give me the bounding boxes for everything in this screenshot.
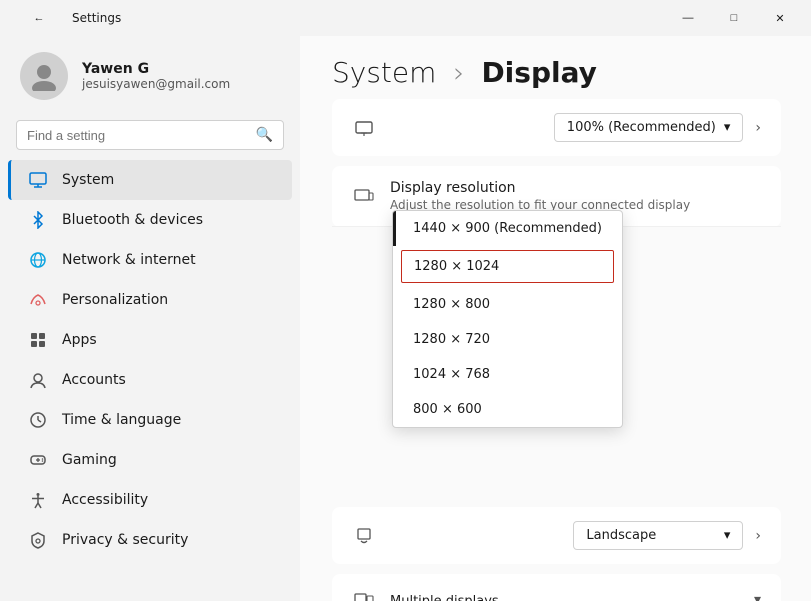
titlebar-left: ← Settings <box>16 0 121 36</box>
nav-list: System Bluetooth & devices <box>0 160 300 560</box>
resolution-option-4[interactable]: 1024 × 768 <box>393 357 622 392</box>
personalization-icon <box>28 290 48 310</box>
app-container: Yawen G jesuisyawen@gmail.com 🔍 System <box>0 36 811 601</box>
content-scroll: 100% (Recommended) ▾ › <box>302 99 811 601</box>
scale-dropdown[interactable]: 100% (Recommended) ▾ <box>554 113 744 142</box>
resolution-option-0[interactable]: 1440 × 900 (Recommended) <box>393 211 622 246</box>
sidebar-item-time[interactable]: Time & language <box>8 400 292 440</box>
displays-icon <box>352 588 376 601</box>
sidebar-label-apps: Apps <box>62 332 97 348</box>
orientation-row: Landscape ▾ › <box>332 507 781 564</box>
multiple-displays-left: Multiple displays <box>352 588 754 601</box>
time-icon <box>28 410 48 430</box>
resolution-card: Display resolution Adjust the resolution… <box>332 166 781 227</box>
sidebar-label-time: Time & language <box>62 412 181 428</box>
displays-text: Multiple displays <box>390 592 499 601</box>
orientation-row-left <box>352 524 573 548</box>
page-display-title: Display <box>481 56 596 89</box>
sidebar-label-accounts: Accounts <box>62 372 126 388</box>
app-title: Settings <box>72 11 121 25</box>
gaming-icon <box>28 450 48 470</box>
orientation-dropdown[interactable]: Landscape ▾ <box>573 521 743 550</box>
avatar <box>20 52 68 100</box>
multiple-displays-row: Multiple displays ▾ <box>332 574 781 601</box>
sidebar-label-network: Network & internet <box>62 252 196 268</box>
displays-chevron: ▾ <box>754 592 761 601</box>
sidebar-item-privacy[interactable]: Privacy & security <box>8 520 292 560</box>
scale-row: 100% (Recommended) ▾ › <box>332 99 781 156</box>
sidebar-label-privacy: Privacy & security <box>62 532 188 548</box>
sidebar-label-system: System <box>62 172 114 188</box>
sidebar-item-system[interactable]: System <box>8 160 292 200</box>
multiple-displays-card: Multiple displays ▾ <box>332 574 781 601</box>
page-header: System › Display <box>302 36 811 99</box>
user-info: Yawen G jesuisyawen@gmail.com <box>82 61 230 91</box>
sidebar-label-accessibility: Accessibility <box>62 492 148 508</box>
network-icon <box>28 250 48 270</box>
search-input[interactable] <box>27 128 256 143</box>
orientation-row-chevron: › <box>755 528 761 544</box>
resolution-option-3[interactable]: 1280 × 720 <box>393 322 622 357</box>
resolution-option-5[interactable]: 800 × 600 <box>393 392 622 427</box>
scale-chevron: ▾ <box>724 120 731 135</box>
content-area: System › Display <box>300 36 811 601</box>
breadcrumb-sep: › <box>453 56 464 89</box>
window-controls: — □ ✕ <box>665 0 803 36</box>
bluetooth-icon <box>28 210 48 230</box>
user-email: jesuisyawen@gmail.com <box>82 77 230 91</box>
close-button[interactable]: ✕ <box>757 0 803 36</box>
sidebar-label-personalization: Personalization <box>62 292 168 308</box>
page-title: System › Display <box>332 56 781 89</box>
accessibility-icon <box>28 490 48 510</box>
breadcrumb-parent: System <box>332 56 436 89</box>
user-name: Yawen G <box>82 61 230 77</box>
sidebar-item-accessibility[interactable]: Accessibility <box>8 480 292 520</box>
scale-card: 100% (Recommended) ▾ › <box>332 99 781 156</box>
sidebar-item-accounts[interactable]: Accounts <box>8 360 292 400</box>
scale-row-left <box>352 116 554 140</box>
displays-subtitle: Multiple displays <box>390 594 499 601</box>
search-box[interactable]: 🔍 <box>16 120 284 150</box>
rotate-icon <box>352 524 376 548</box>
resolution-option-1[interactable]: 1280 × 1024 <box>401 250 614 283</box>
user-profile[interactable]: Yawen G jesuisyawen@gmail.com <box>0 36 300 120</box>
search-icon: 🔍 <box>256 127 273 143</box>
accounts-icon <box>28 370 48 390</box>
sidebar-label-gaming: Gaming <box>62 452 117 468</box>
scale-row-chevron: › <box>755 120 761 136</box>
orientation-value: Landscape <box>586 528 656 543</box>
resolution-text: Display resolution Adjust the resolution… <box>390 180 690 212</box>
sidebar-item-apps[interactable]: Apps <box>8 320 292 360</box>
scale-icon <box>352 116 376 140</box>
sidebar-item-bluetooth[interactable]: Bluetooth & devices <box>8 200 292 240</box>
sidebar: Yawen G jesuisyawen@gmail.com 🔍 System <box>0 36 300 601</box>
sidebar-item-network[interactable]: Network & internet <box>8 240 292 280</box>
resolution-option-2[interactable]: 1280 × 800 <box>393 287 622 322</box>
maximize-button[interactable]: □ <box>711 0 757 36</box>
resolution-row-left: Display resolution Adjust the resolution… <box>352 180 761 212</box>
privacy-icon <box>28 530 48 550</box>
monitor-icon <box>28 170 48 190</box>
resolution-title: Display resolution <box>390 180 690 196</box>
back-button[interactable]: ← <box>16 0 62 36</box>
sidebar-item-gaming[interactable]: Gaming <box>8 440 292 480</box>
orientation-chevron: ▾ <box>724 528 731 543</box>
scale-value: 100% (Recommended) <box>567 120 716 135</box>
sidebar-item-personalization[interactable]: Personalization <box>8 280 292 320</box>
orientation-card: Landscape ▾ › <box>332 507 781 564</box>
minimize-button[interactable]: — <box>665 0 711 36</box>
resolution-icon <box>352 185 376 209</box>
titlebar: ← Settings — □ ✕ <box>0 0 811 36</box>
apps-icon <box>28 330 48 350</box>
resolution-dropdown: 1440 × 900 (Recommended) 1280 × 1024 128… <box>392 210 623 428</box>
sidebar-label-bluetooth: Bluetooth & devices <box>62 212 203 228</box>
